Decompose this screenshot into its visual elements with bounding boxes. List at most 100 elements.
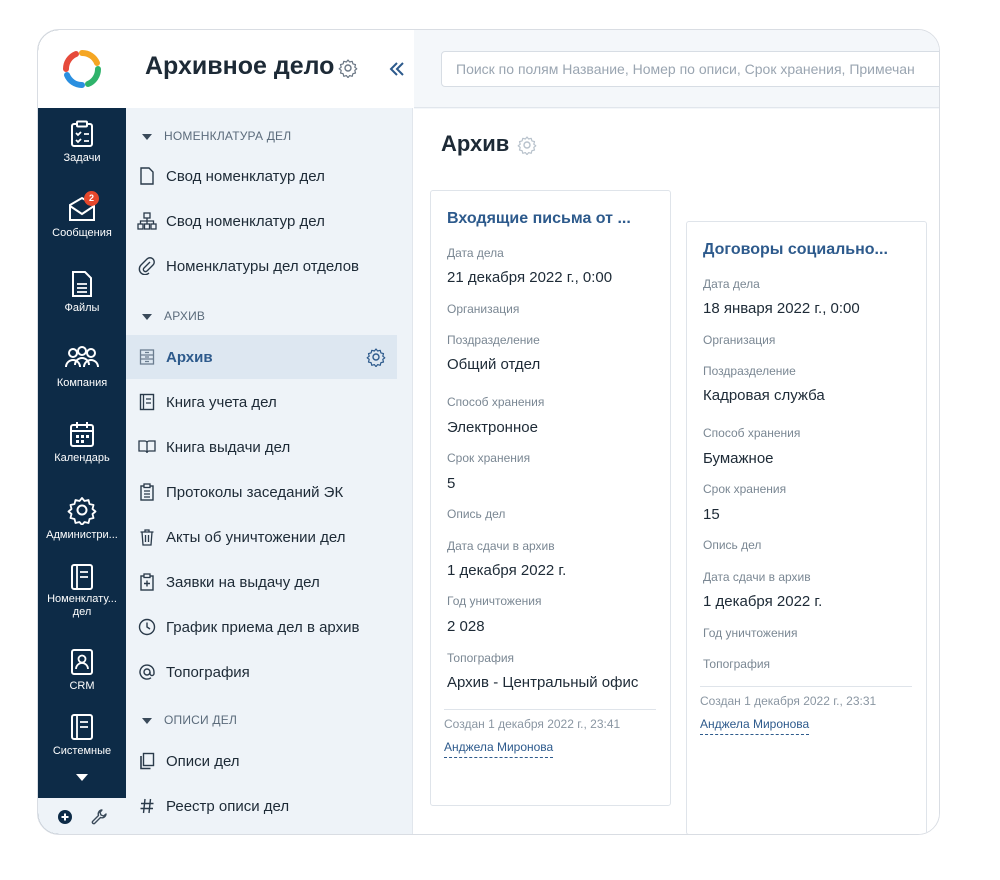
nav-item-label: Описи дел <box>166 752 240 770</box>
rail-item-admin[interactable]: Администри... <box>38 495 126 542</box>
nav-section-archive[interactable]: АРХИВ <box>142 309 205 323</box>
rail-item-files[interactable]: Файлы <box>38 270 126 315</box>
card-divider <box>700 686 912 687</box>
rail-item-calendar[interactable]: Календарь <box>38 420 126 465</box>
collapse-nav-button[interactable] <box>384 56 410 82</box>
double-chevron-left-icon <box>389 62 404 76</box>
rail-item-tasks[interactable]: Задачи <box>38 120 126 165</box>
rail-item-nomenclature[interactable]: Номенклату... дел <box>38 563 126 619</box>
card-divider <box>444 709 656 710</box>
field-label: Дата дела <box>703 277 760 291</box>
card-title[interactable]: Договоры социально... <box>703 241 913 259</box>
nav-item-label: Акты об уничтожении дел <box>166 528 346 546</box>
clipboard-icon <box>140 483 154 501</box>
rail-more-icon[interactable] <box>76 774 88 781</box>
nav-item-archive[interactable]: Архив <box>126 335 397 379</box>
author-link[interactable]: Анджела Миронова <box>700 717 810 735</box>
nav-item-label: Заявки на выдачу дел <box>166 573 320 591</box>
nav-item-inventories[interactable]: Описи дел <box>126 739 397 783</box>
nav-item-intake-schedule[interactable]: График приема дел в архив <box>126 605 397 649</box>
crm-icon <box>71 649 93 675</box>
nav-item-case-ledger[interactable]: Книга учета дел <box>126 380 397 424</box>
calendar-icon <box>70 422 94 447</box>
nav-item-department-nomenclatures[interactable]: Номенклатуры дел отделов <box>126 244 397 288</box>
field-label: Способ хранения <box>703 426 801 440</box>
hash-icon <box>140 798 154 814</box>
rail-label-crm: CRM <box>69 680 95 692</box>
field-value: Электронное <box>447 419 538 436</box>
rail-label-company: Компания <box>56 377 108 389</box>
field-label: Срок хранения <box>447 451 531 465</box>
app-rail: Задачи 2 Сообщения Файлы Компания Календ… <box>38 30 126 834</box>
card-title[interactable]: Входящие письма от ... <box>447 210 657 228</box>
rail-label-messages: Сообщения <box>52 227 112 239</box>
field-value: 5 <box>447 475 456 492</box>
nav-item-issue-requests[interactable]: Заявки на выдачу дел <box>126 560 397 604</box>
rail-item-messages[interactable]: 2 Сообщения <box>38 191 126 240</box>
nav-section-nomenclature[interactable]: НОМЕНКЛАТУРА ДЕЛ <box>142 129 291 143</box>
nav-item-label: Книга учета дел <box>166 393 277 411</box>
nav-item-nomenclature-summary[interactable]: Свод номенклатур дел <box>126 154 397 198</box>
nav-section-label: АРХИВ <box>164 309 206 323</box>
nav-section-inventories[interactable]: ОПИСИ ДЕЛ <box>142 713 237 727</box>
field-label: Год уничтожения <box>703 626 798 640</box>
rail-label-tasks: Задачи <box>63 152 101 164</box>
nav-item-nomenclature-summary-2[interactable]: Свод номенклатур дел <box>126 199 397 243</box>
field-value: 18 января 2022 г., 0:00 <box>703 300 860 317</box>
app-logo[interactable] <box>38 30 126 108</box>
rail-label-system: Системные <box>52 745 112 757</box>
field-value: 2 028 <box>447 618 485 635</box>
request-icon <box>140 573 154 591</box>
trash-icon <box>140 529 154 546</box>
nav-item-topography[interactable]: Топография <box>126 650 397 694</box>
rail-label-admin: Администри... <box>46 529 118 541</box>
section-nav: Архивное дело НОМЕНКЛАТУРА ДЕЛ Свод номе… <box>126 30 499 834</box>
rail-label-nomenclature: Номенклату... <box>47 593 117 605</box>
page-settings-icon[interactable] <box>517 135 537 155</box>
open-book-icon <box>138 440 156 454</box>
nav-section-label: НОМЕНКЛАТУРА ДЕЛ <box>164 129 292 143</box>
rail-item-crm[interactable]: CRM <box>38 648 126 693</box>
nav-item-destruction-acts[interactable]: Акты об уничтожении дел <box>126 515 397 559</box>
system-icon <box>71 714 93 740</box>
copies-icon <box>140 752 155 770</box>
archive-settings-icon[interactable] <box>366 347 386 367</box>
nav-item-ek-protocols[interactable]: Протоколы заседаний ЭК <box>126 470 397 514</box>
field-value: Бумажное <box>703 450 774 467</box>
created-meta: Создан 1 декабря 2022 г., 23:31 <box>700 694 877 708</box>
nav-item-label: Топография <box>166 663 250 681</box>
field-label: Срок хранения <box>703 482 787 496</box>
nav-item-issue-book[interactable]: Книга выдачи дел <box>126 425 397 469</box>
rail-label-nomenclature-2: дел <box>72 606 92 618</box>
field-label: Поздразделение <box>447 333 540 347</box>
nav-item-label: Свод номенклатур дел <box>166 167 325 185</box>
rail-item-company[interactable]: Компания <box>38 345 126 390</box>
nav-item-label: График приема дел в архив <box>166 618 360 636</box>
company-icon <box>65 346 99 368</box>
at-icon <box>139 664 155 680</box>
wrench-icon[interactable] <box>90 808 108 826</box>
field-label: Поздразделение <box>703 364 796 378</box>
rail-item-system[interactable]: Системные <box>38 713 126 758</box>
field-label: Топография <box>447 651 515 665</box>
nav-item-inventory-register[interactable]: Реестр описи дел <box>126 784 397 828</box>
archive-icon <box>139 349 155 365</box>
author-link[interactable]: Анджела Миронова <box>444 740 554 758</box>
archive-card[interactable]: Договоры социально... Дата дела 18 январ… <box>686 221 927 834</box>
field-label: Способ хранения <box>447 395 545 409</box>
search-input[interactable]: Поиск по полям Название, Номер по описи,… <box>441 51 939 87</box>
add-icon[interactable] <box>57 809 73 825</box>
logo-icon <box>62 49 102 89</box>
archive-card[interactable]: Входящие письма от ... Дата дела 21 дека… <box>430 190 671 806</box>
field-label: Год уничтожения <box>447 594 542 608</box>
gear-icon[interactable] <box>338 58 358 78</box>
admin-icon <box>67 497 97 525</box>
nav-item-label: Номенклатуры дел отделов <box>166 257 360 275</box>
field-value: Кадровая служба <box>703 387 825 404</box>
nav-header: Архивное дело <box>126 30 413 108</box>
tasks-icon <box>71 120 93 147</box>
clock-icon <box>138 618 156 636</box>
field-value: 1 декабря 2022 г. <box>447 562 567 579</box>
nav-title: Архивное дело <box>145 52 335 80</box>
field-label: Организация <box>703 333 776 347</box>
